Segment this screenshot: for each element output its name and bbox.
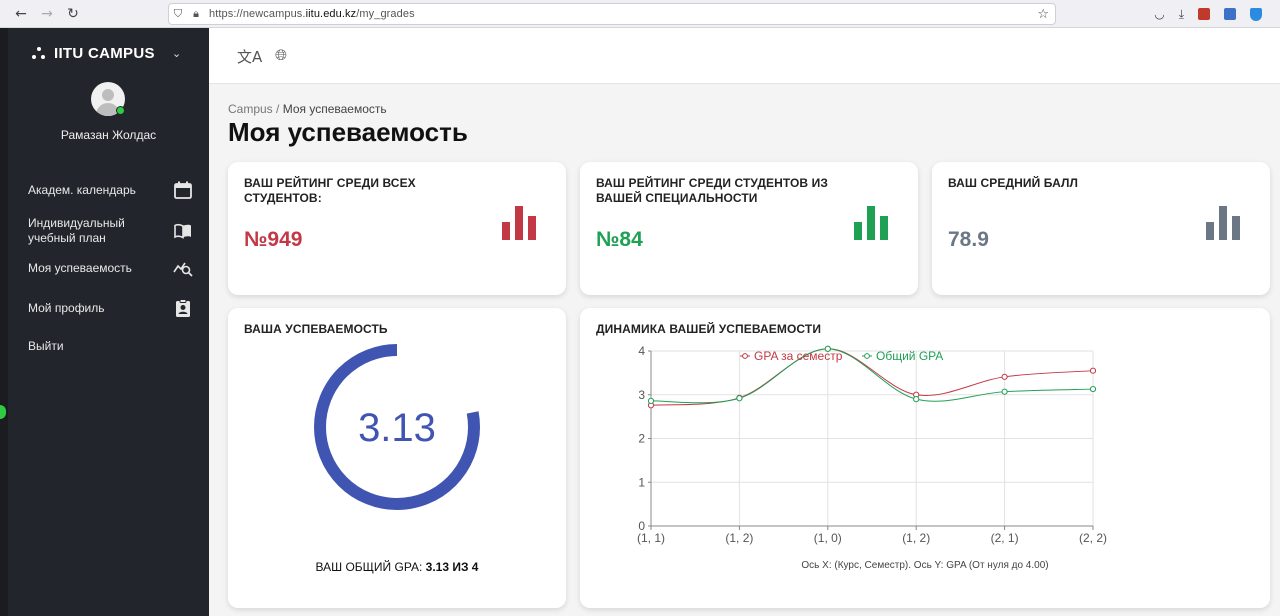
sidebar: IITU CAMPUS ⌄ Рамазан Жолдас Академ. кал… xyxy=(8,28,209,616)
desktop-edge xyxy=(0,28,8,616)
chart-x-tick-label: (1, 2) xyxy=(725,531,753,545)
gpa-summary-label: ВАШ ОБЩИЙ GPA: xyxy=(315,560,423,574)
brand[interactable]: IITU CAMPUS xyxy=(32,45,155,62)
shield-icon: ⛉ xyxy=(173,7,183,20)
stat-card-major-rank: ВАШ РЕЙТИНГ СРЕДИ СТУДЕНТОВ ИЗ ВАШЕЙ СПЕ… xyxy=(580,162,918,295)
chart-data-point xyxy=(647,397,655,404)
gpa-summary: ВАШ ОБЩИЙ GPA: 3.13 ИЗ 4 xyxy=(228,560,566,574)
chart-legend-label: Общий GPA xyxy=(876,349,943,363)
lock-icon: 🔒︎ xyxy=(193,7,199,20)
pocket-icon[interactable]: ◡ xyxy=(1154,7,1164,21)
chart-y-tick-label: 3 xyxy=(638,388,645,402)
chart-data-point xyxy=(1089,367,1097,374)
chart-x-tick-label: (2, 2) xyxy=(1079,531,1107,545)
extension-translate-icon[interactable] xyxy=(1224,8,1236,20)
chart-x-tick-label: (1, 2) xyxy=(902,531,930,545)
url-text: https://newcampus.iitu.edu.kz/my_grades xyxy=(209,8,415,20)
chart-x-tick-label: (1, 0) xyxy=(814,531,842,545)
stat-value: 78.9 xyxy=(948,228,989,251)
sidebar-item-label: Индивидуальный учебный план xyxy=(28,216,125,245)
gpa-card: ВАША УСПЕВАЕМОСТЬ 3.13 ВАШ ОБЩИЙ GPA: 3.… xyxy=(228,308,566,608)
stat-card-overall-rank: ВАШ РЕЙТИНГ СРЕДИ ВСЕХ СТУДЕНТОВ: №949 xyxy=(228,162,566,295)
stat-value: №84 xyxy=(596,228,643,251)
chart-y-tick-label: 1 xyxy=(638,475,645,489)
address-bar[interactable]: ⛉ 🔒︎ https://newcampus.iitu.edu.kz/my_gr… xyxy=(168,3,1056,25)
gpa-line-chart: 01234(1, 1) (1, 2) (1, 0) (1, 2) (2, 1) (2, 2… xyxy=(637,344,1107,545)
chart-axis-note: Ось X: (Курс, Семестр). Ось Y: GPA (От н… xyxy=(801,560,1049,571)
user-name: Рамазан Жолдас xyxy=(60,128,157,142)
chart-legend-marker xyxy=(742,353,748,359)
chart-data-point xyxy=(913,396,920,403)
chart-data-point xyxy=(1001,388,1008,395)
stat-title: ВАШ РЕЙТИНГ СРЕДИ СТУДЕНТОВ ИЗ ВАШЕЙ СПЕ… xyxy=(596,176,828,205)
chevron-down-icon[interactable]: ⌄ xyxy=(172,47,181,60)
sidebar-item-logout[interactable]: Выйти xyxy=(28,339,193,354)
brand-name: IITU CAMPUS xyxy=(54,45,155,62)
bar-chart-icon xyxy=(1206,204,1242,240)
extension-shield-icon[interactable] xyxy=(1250,7,1262,21)
chart-x-tick-label: (1, 1) xyxy=(637,531,665,545)
sidebar-item-label: Моя успеваемость xyxy=(28,260,132,275)
forward-icon[interactable]: → xyxy=(34,0,60,28)
sidebar-item-label: Академ. календарь xyxy=(28,182,136,197)
bar-chart-icon xyxy=(502,204,538,240)
bar-chart-icon xyxy=(854,204,890,240)
chart-series-line xyxy=(650,348,1094,406)
online-status-dot xyxy=(116,106,125,115)
sidebar-item-profile[interactable]: Мой профиль xyxy=(28,298,193,318)
stat-title: ВАШ СРЕДНИЙ БАЛЛ xyxy=(948,176,1079,190)
book-icon xyxy=(174,224,191,239)
brand-logo-icon xyxy=(32,46,46,61)
chart-legend-label: GPA за семестр xyxy=(754,349,843,363)
page-title: Моя успеваемость xyxy=(228,117,468,147)
profile-icon xyxy=(176,299,190,317)
sidebar-item-study-plan[interactable]: Индивидуальный учебный план xyxy=(28,216,193,246)
gpa-summary-value: 3.13 ИЗ 4 xyxy=(425,560,479,574)
sidebar-item-grades[interactable]: Моя успеваемость xyxy=(28,258,193,278)
breadcrumb: Campus / Моя успеваемость xyxy=(228,102,387,116)
chart-data-point xyxy=(736,395,743,402)
sidebar-item-calendar[interactable]: Академ. календарь xyxy=(28,180,193,200)
chart-search-icon xyxy=(173,262,193,277)
download-icon[interactable]: ⤓ xyxy=(1179,7,1184,22)
breadcrumb-separator: / xyxy=(276,102,280,116)
chart-x-tick-label: (2, 1) xyxy=(991,531,1019,545)
stat-card-average-score: ВАШ СРЕДНИЙ БАЛЛ 78.9 xyxy=(932,162,1270,295)
sidebar-item-label: Мой профиль xyxy=(28,300,105,315)
globe-icon[interactable]: 🌐︎ xyxy=(275,46,287,64)
translate-icon[interactable]: 文A xyxy=(237,46,262,67)
gpa-gauge-value: 3.13 xyxy=(358,406,436,450)
chart-data-point xyxy=(1089,385,1097,393)
chart-legend-marker xyxy=(864,353,870,359)
bookmark-star-icon[interactable]: ☆ xyxy=(1037,7,1049,22)
extension-ublock-icon[interactable] xyxy=(1198,8,1210,20)
back-icon[interactable]: ← xyxy=(8,0,34,28)
calendar-icon xyxy=(174,181,192,199)
breadcrumb-current: Моя успеваемость xyxy=(282,102,387,116)
stat-value: №949 xyxy=(244,228,303,251)
browser-toolbar: ← → ↻ ⛉ 🔒︎ https://newcampus.iitu.edu.kz… xyxy=(0,0,1280,28)
sidebar-item-label: Выйти xyxy=(28,339,64,353)
chart-y-tick-label: 2 xyxy=(638,432,645,446)
chart-y-tick-label: 4 xyxy=(638,344,645,358)
gpa-dynamics-card: ДИНАМИКА ВАШЕЙ УСПЕВАЕМОСТИ 0 1 2 3 4 (1, 1)(… xyxy=(580,308,1270,608)
topbar: 文A 🌐︎ xyxy=(209,28,1280,84)
chart-data-point xyxy=(1001,373,1008,380)
gpa-gauge: 3.13 xyxy=(314,344,480,510)
gpa-card-title: ВАША УСПЕВАЕМОСТЬ xyxy=(244,322,388,336)
reload-icon[interactable]: ↻ xyxy=(60,0,86,28)
stat-title: ВАШ РЕЙТИНГ СРЕДИ ВСЕХ СТУДЕНТОВ: xyxy=(244,176,416,205)
breadcrumb-root[interactable]: Campus xyxy=(228,102,273,116)
